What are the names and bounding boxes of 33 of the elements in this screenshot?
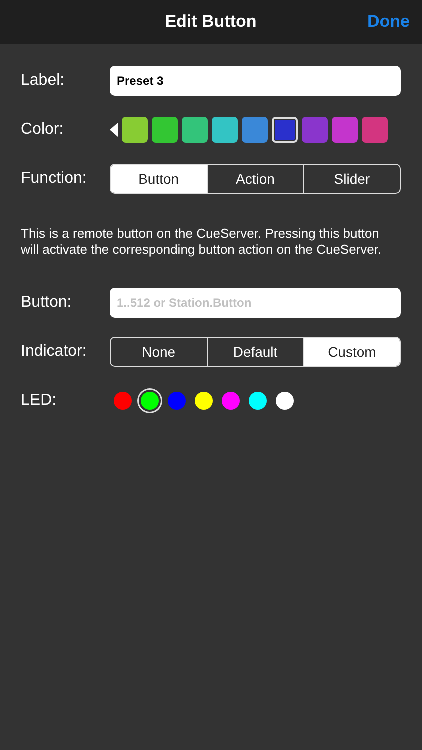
led-color-dot[interactable] (195, 392, 213, 410)
field-label: Label: (21, 72, 66, 90)
done-button[interactable]: Done (368, 12, 410, 32)
description-text: This is a remote button on the CueServer. Pressing this button will activate the corresponding button action on the CueServer. (21, 226, 383, 258)
segment-tab[interactable]: Custom (303, 338, 400, 366)
led-color-dot[interactable] (222, 392, 240, 410)
screen-title: Edit Button (165, 12, 257, 32)
color-swatch[interactable] (152, 117, 178, 143)
segment-tab[interactable]: Action (206, 165, 304, 193)
led-color-dot[interactable] (276, 392, 294, 410)
segment-tab[interactable]: Button (111, 165, 207, 193)
label-input-field[interactable]: Preset 3 (110, 66, 401, 96)
led-color-dot[interactable] (114, 392, 132, 410)
button-input-field[interactable]: 1..512 or Station.Button (110, 288, 401, 318)
left-triangle-icon[interactable] (110, 123, 118, 137)
color-swatch[interactable] (212, 117, 238, 143)
color-swatch[interactable] (302, 117, 328, 143)
led-color-dot[interactable] (141, 392, 159, 410)
color-swatch[interactable] (182, 117, 208, 143)
segment-tab[interactable]: Slider (303, 165, 400, 193)
led-color-dot[interactable] (249, 392, 267, 410)
field-label: LED: (21, 392, 58, 410)
segment-tab[interactable]: None (111, 338, 207, 366)
color-swatch[interactable] (272, 117, 298, 143)
color-swatch[interactable] (242, 117, 268, 143)
color-swatch[interactable] (332, 117, 358, 143)
color-swatch[interactable] (122, 117, 148, 143)
field-label: Color: (21, 121, 65, 139)
field-label: Indicator: (21, 343, 88, 361)
field-label: Function: (21, 170, 88, 188)
color-swatch[interactable] (362, 117, 388, 143)
field-label: Button: (21, 294, 73, 312)
led-color-dot[interactable] (168, 392, 186, 410)
